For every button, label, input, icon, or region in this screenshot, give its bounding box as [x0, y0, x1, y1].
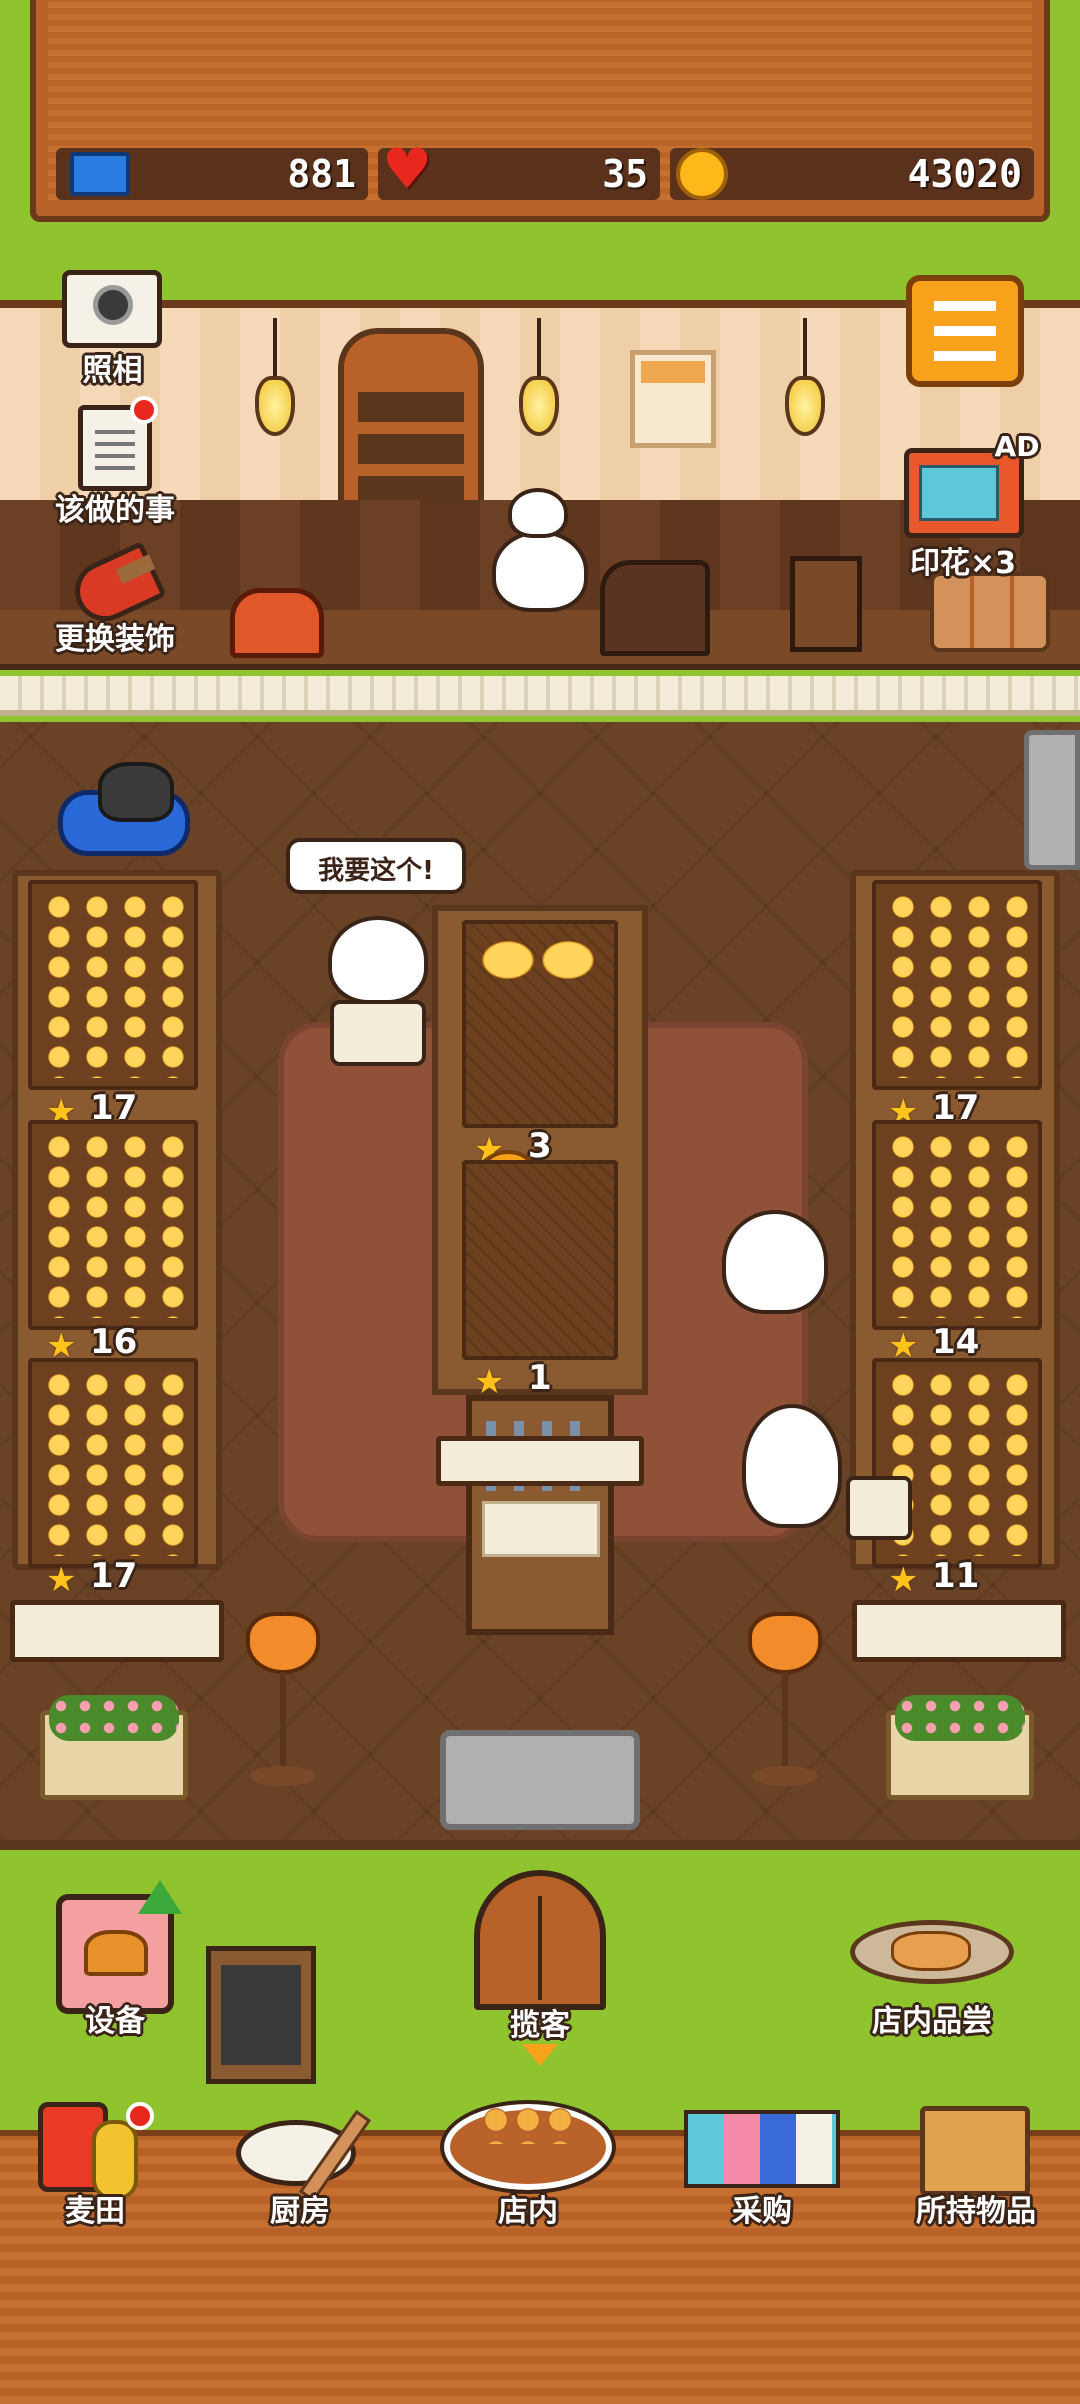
bench-right: [852, 1600, 1066, 1662]
heart-value: 35: [602, 152, 648, 196]
decor-label: 更换装饰: [55, 622, 175, 657]
camera-label: 照相: [82, 353, 143, 388]
inventory-label: 所持物品: [916, 2194, 1036, 2229]
bread-rack-right-2[interactable]: [872, 1120, 1042, 1330]
cat-icon[interactable]: [98, 762, 174, 822]
customer-1-body: [330, 1000, 426, 1066]
bread-rack-left-3[interactable]: [28, 1358, 198, 1568]
telephone-icon[interactable]: [230, 588, 324, 658]
bench-center: [436, 1436, 644, 1486]
coin-counter: 43020: [670, 148, 1034, 200]
entrance-mat: [440, 1730, 640, 1830]
tasting-label: 店内品尝: [872, 2004, 992, 2039]
box-icon: [920, 2106, 1030, 2196]
camera-button[interactable]: [62, 270, 162, 348]
bunny-lamp-right: [748, 1612, 822, 1674]
wheat-field-label: 麦田: [65, 2194, 125, 2229]
ticket-value: 881: [287, 152, 356, 196]
bread-rack-left-2[interactable]: [28, 1120, 198, 1330]
bench-left: [10, 1600, 224, 1662]
todo-notification-dot: [130, 396, 158, 424]
coin-icon: [676, 148, 728, 200]
store-label: 店内: [498, 2194, 558, 2229]
wheat-notification-dot: [126, 2102, 154, 2130]
cash-register[interactable]: [466, 1395, 614, 1635]
list-icon: [95, 430, 135, 470]
speech-bubble: 我要这个!: [286, 838, 466, 894]
shopkeeper-head: [508, 488, 568, 538]
stock-count-left-3: 17: [90, 1556, 138, 1596]
wall-poster: [630, 350, 716, 448]
door-icon[interactable]: [474, 1870, 606, 2010]
tv-ad-badge: AD: [994, 430, 1040, 463]
stock-count-right-3: 11: [932, 1556, 980, 1596]
coffee-machine: [600, 560, 710, 656]
ticket-counter: 881: [56, 148, 368, 200]
tasting-button[interactable]: [850, 1920, 1014, 1984]
indicator-arrow: [522, 2044, 558, 2066]
customer-3-tray: [846, 1476, 912, 1540]
stock-count-center-2: 1: [528, 1358, 552, 1398]
menu-button[interactable]: [906, 275, 1024, 387]
star-icon: ★: [46, 1560, 77, 1600]
jars: [930, 572, 1050, 652]
star-icon: ★: [888, 1560, 919, 1600]
stock-count-left-2: 16: [90, 1322, 138, 1362]
camera-icon: [93, 285, 133, 325]
bread-rack-left-1[interactable]: [28, 880, 198, 1090]
flower-box-right: [886, 1695, 1034, 1800]
bread-tray-center-1[interactable]: [462, 920, 618, 1128]
bread-icon: [84, 1930, 148, 1976]
upgrade-arrow-icon: [138, 1880, 182, 1914]
chalkboard-sign: [206, 1946, 316, 2084]
shopkeeper-character[interactable]: [492, 530, 588, 612]
speech-bubble-text: 我要这个!: [318, 856, 434, 886]
top-resource-panel: 881 ♥ 35 43020: [30, 0, 1050, 222]
plate-icon: [891, 1931, 971, 1971]
purchase-label: 采购: [732, 2194, 792, 2229]
hamburger-icon: [934, 301, 996, 361]
lamp-icon: [519, 376, 559, 436]
ticket-icon: [70, 152, 130, 196]
stamps-label: 印花×3: [909, 546, 1016, 581]
customer-1[interactable]: [328, 916, 428, 1004]
flower-box-left: [40, 1695, 188, 1800]
counter-trim: [0, 676, 1080, 716]
coffee-grinder: [790, 556, 862, 652]
invite-label[interactable]: 揽客: [474, 2000, 606, 2044]
side-door: [1024, 730, 1080, 870]
customer-3[interactable]: [742, 1404, 842, 1528]
bread-rack-right-1[interactable]: [872, 880, 1042, 1090]
lamp-icon: [785, 376, 825, 436]
bunny-lamp-left: [246, 1612, 320, 1674]
customer-2[interactable]: [722, 1210, 828, 1314]
bread-tray-center-2[interactable]: [462, 1160, 618, 1360]
lamp-icon: [255, 376, 295, 436]
stock-count-right-2: 14: [932, 1322, 980, 1362]
coin-value: 43020: [907, 152, 1022, 196]
heart-icon: ♥: [382, 137, 433, 202]
kitchen-label: 厨房: [270, 2194, 330, 2229]
equipment-label: 设备: [85, 2004, 145, 2039]
play-icon: [919, 465, 999, 521]
paintbrush-icon: [116, 554, 156, 584]
todo-label: 该做的事: [55, 493, 175, 528]
shop-icon: [684, 2110, 840, 2188]
heart-counter: ♥ 35: [378, 142, 660, 200]
